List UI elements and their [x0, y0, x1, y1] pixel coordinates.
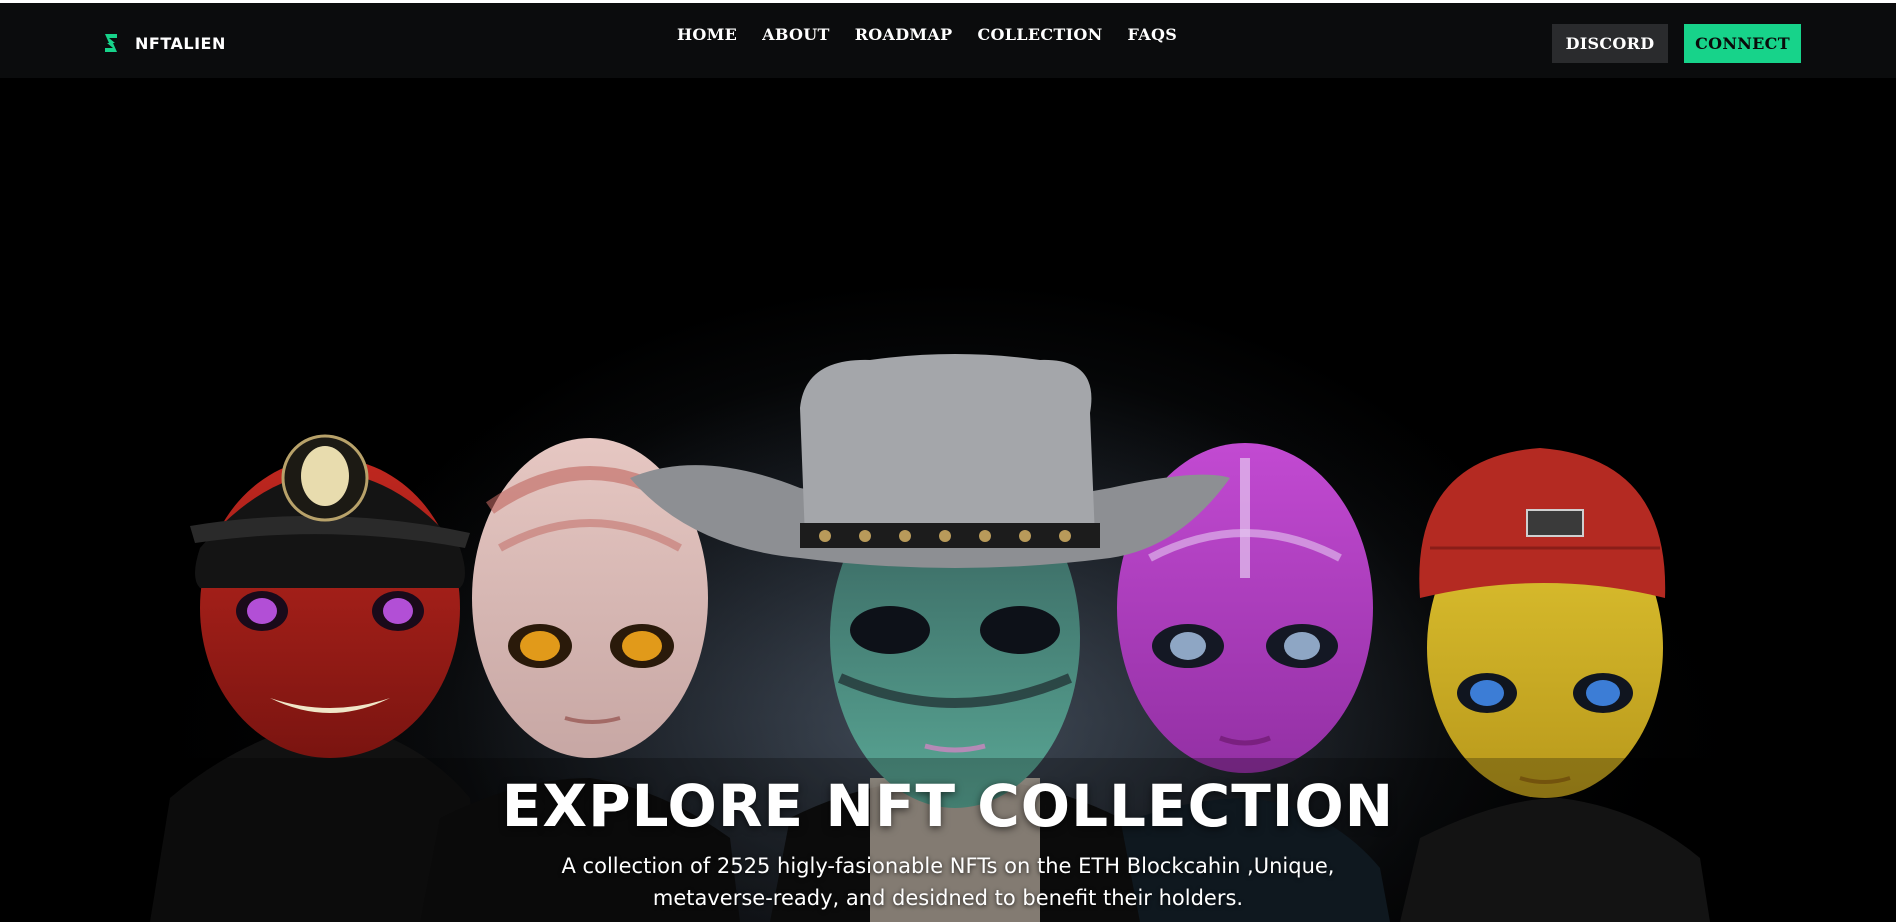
nav-item-roadmap: ROADMAP	[855, 25, 953, 44]
nav-link-home[interactable]: HOME	[677, 25, 737, 44]
hero-subtitle: A collection of 2525 higly-fasionable NF…	[0, 850, 1896, 914]
nav-item-about: ABOUT	[762, 25, 830, 44]
nav-item-home: HOME	[677, 25, 737, 44]
nav-item-collection: COLLECTION	[977, 25, 1102, 44]
brand[interactable]: NFTALIEN	[99, 31, 226, 55]
hero-subtitle-line-1: A collection of 2525 higly-fasionable NF…	[561, 854, 1335, 878]
discord-button[interactable]: DISCORD	[1552, 24, 1668, 63]
nav-item-faqs: FAQS	[1128, 25, 1178, 44]
nav-link-faqs[interactable]: FAQS	[1128, 25, 1178, 44]
hero-subtitle-line-2: metaverse-ready, and desidned to benefit…	[652, 886, 1244, 910]
main-nav: HOME ABOUT ROADMAP COLLECTION FAQS	[677, 25, 1177, 44]
nav-link-roadmap[interactable]: ROADMAP	[855, 25, 953, 44]
connect-wallet-button[interactable]: CONNECT	[1684, 24, 1801, 63]
landing-page: NFTALIEN HOME ABOUT ROADMAP COLLECTION F…	[0, 0, 1896, 922]
brand-name: NFTALIEN	[135, 33, 226, 53]
nav-link-collection[interactable]: COLLECTION	[977, 25, 1102, 44]
nft-alien-logo-icon	[105, 34, 117, 52]
hero-title: EXPLORE NFT COLLECTION	[501, 772, 1395, 840]
top-navbar: NFTALIEN HOME ABOUT ROADMAP COLLECTION F…	[0, 0, 1896, 78]
nav-link-about[interactable]: ABOUT	[762, 25, 830, 44]
